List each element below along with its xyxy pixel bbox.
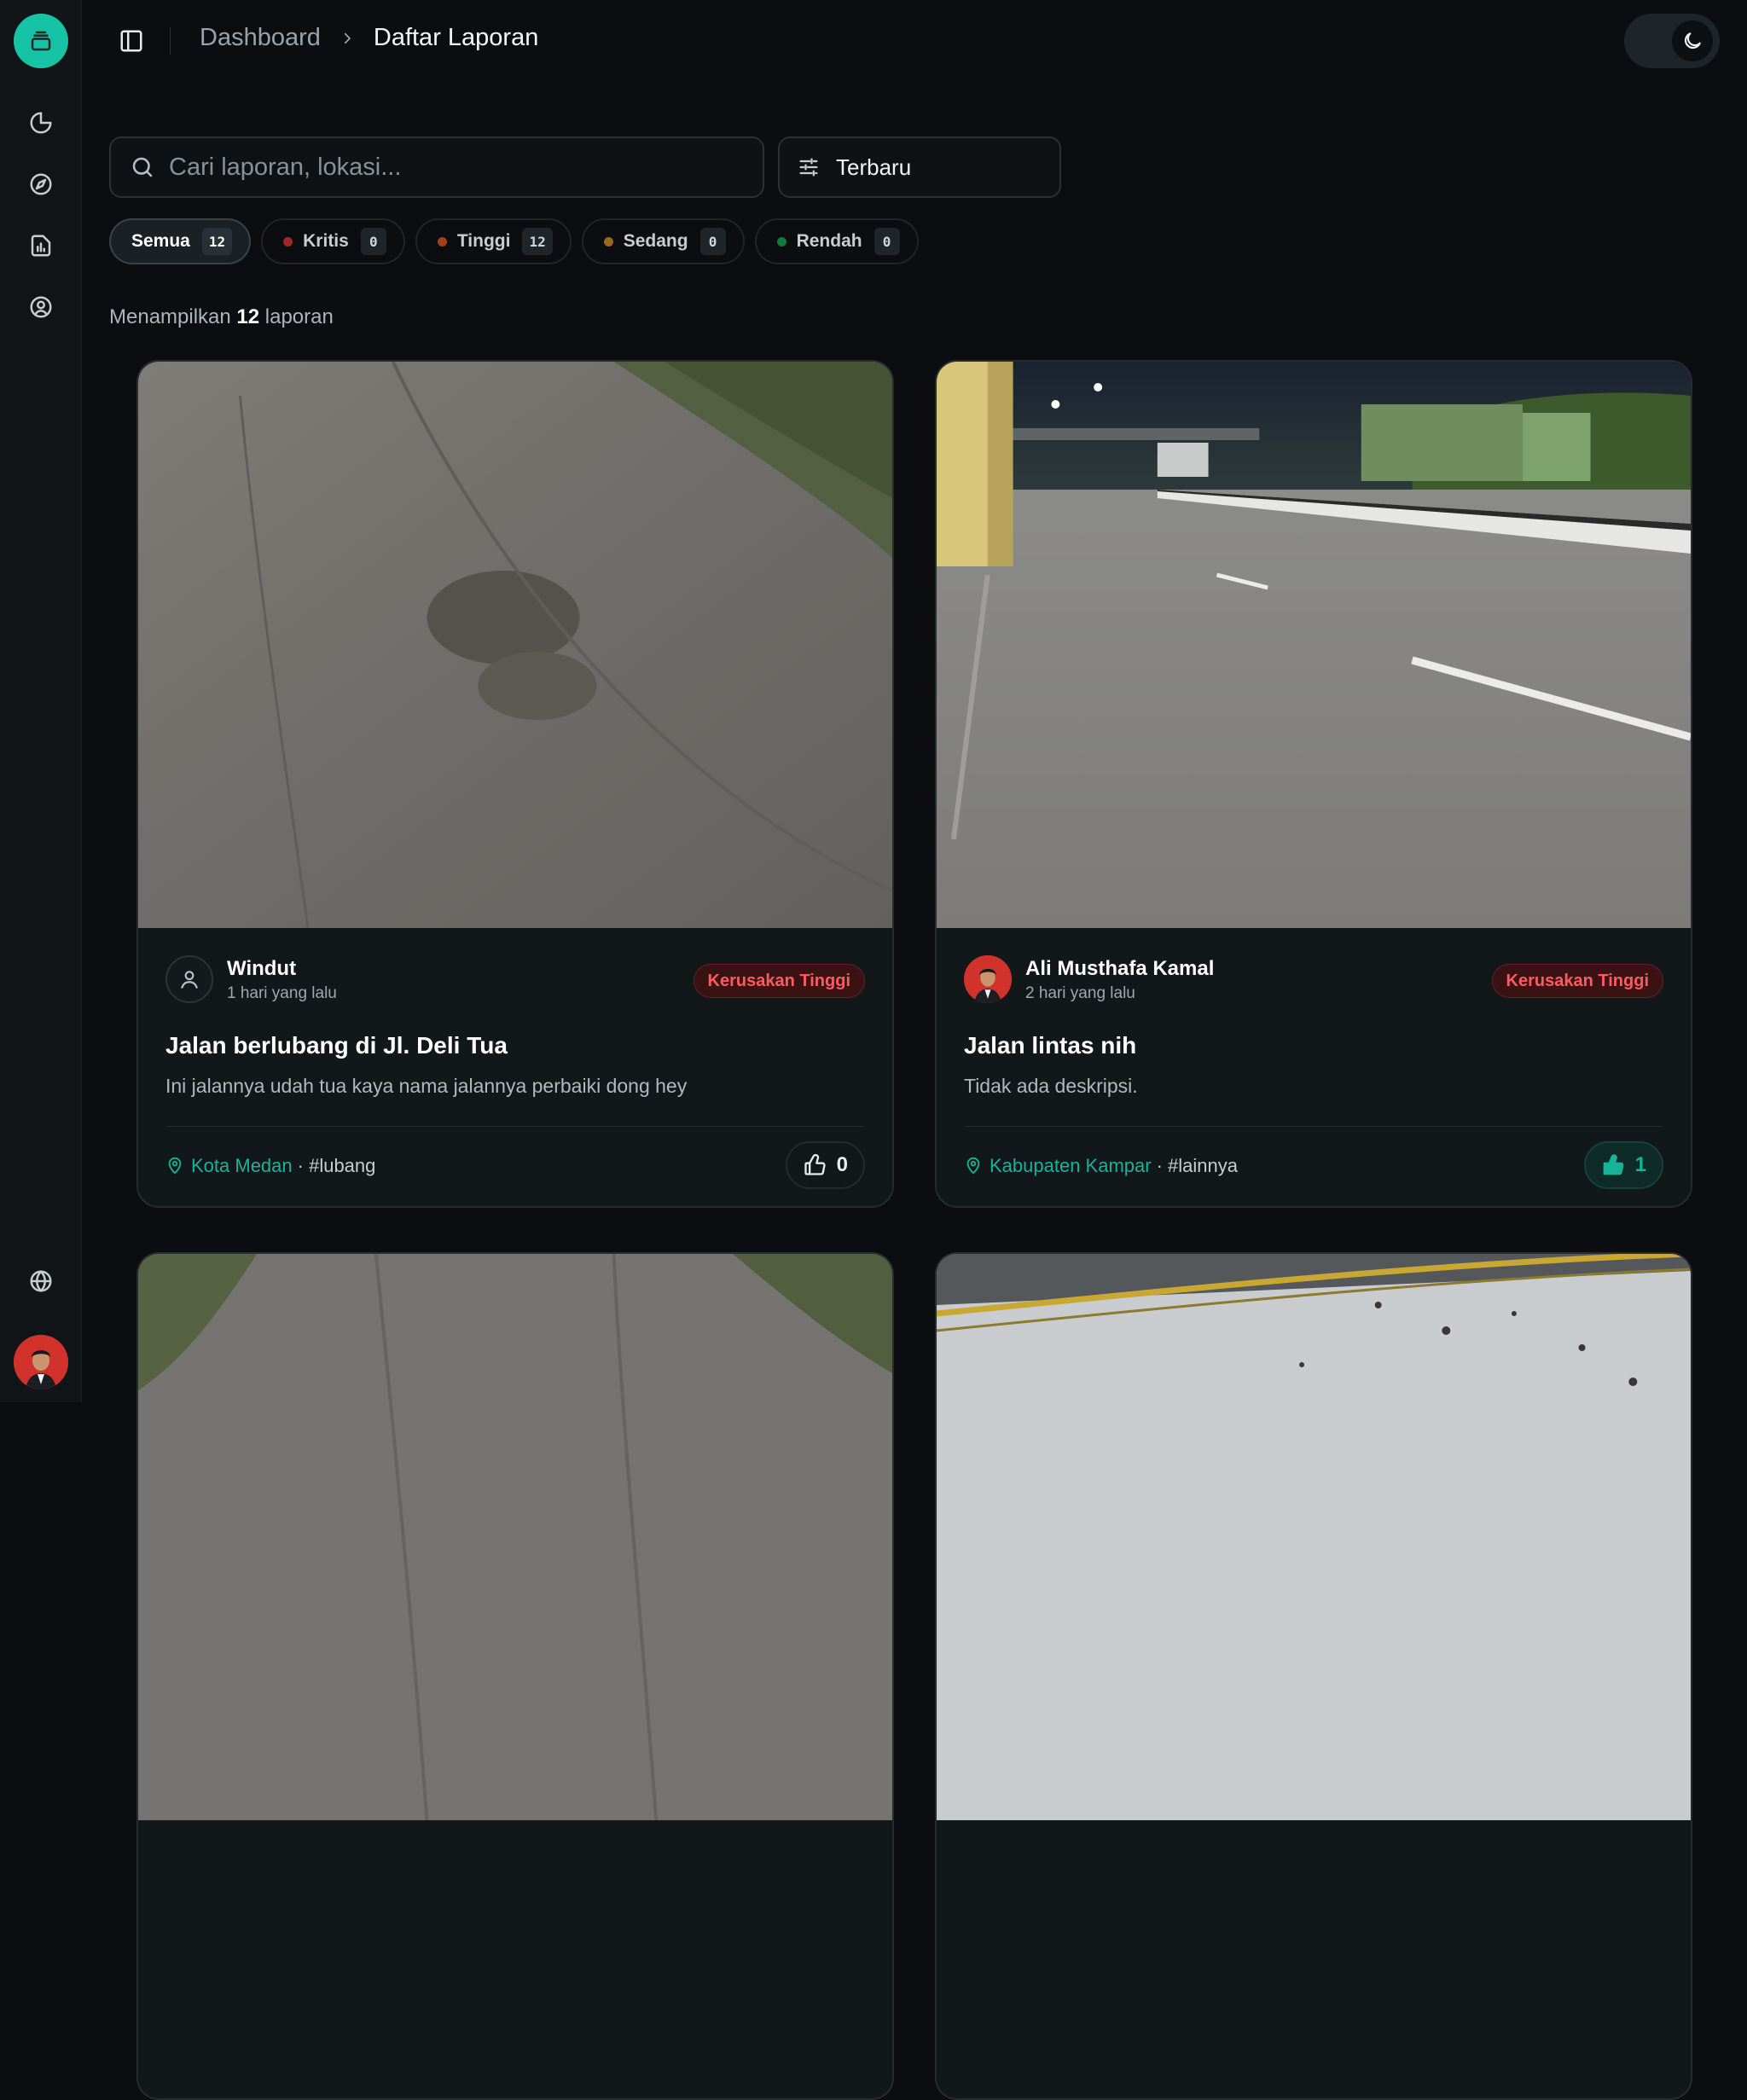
sidebar-toggle-button[interactable] <box>116 26 147 56</box>
topbar: Dashboard Daftar Laporan <box>82 0 1747 82</box>
severity-filters: Semua 12 Kritis 0 Tinggi 12 Sedang 0 Ren… <box>109 218 919 264</box>
sidebar-item-reports[interactable] <box>24 229 58 263</box>
compass-icon <box>30 173 52 195</box>
report-card-body: Ali Musthafa Kamal 2 hari yang lalu Keru… <box>937 928 1691 1206</box>
map-pin-icon <box>168 1157 182 1175</box>
topbar-divider <box>170 27 171 55</box>
report-chart-icon <box>31 235 51 257</box>
filter-label: Tinggi <box>456 231 511 251</box>
sort-select[interactable]: Terbaru <box>778 136 1061 198</box>
like-count: 0 <box>836 1153 848 1176</box>
chevron-right-icon <box>340 31 355 46</box>
filter-label: Rendah <box>796 231 862 251</box>
filter-tinggi[interactable]: Tinggi 12 <box>415 218 572 264</box>
filter-count: 0 <box>699 228 726 255</box>
search-input[interactable] <box>169 153 732 182</box>
result-suffix: laporan <box>264 305 334 328</box>
search-icon <box>132 157 153 177</box>
report-time: 2 hari yang lalu <box>1025 984 1135 1002</box>
status-dot <box>437 236 447 247</box>
like-count: 1 <box>1634 1153 1646 1176</box>
language-button[interactable] <box>24 1264 58 1298</box>
author-name: Ali Musthafa Kamal <box>1025 957 1215 980</box>
filter-semua[interactable]: Semua 12 <box>109 218 252 264</box>
user-icon <box>181 971 198 989</box>
user-circle-icon <box>30 296 52 318</box>
like-button[interactable]: 0 <box>785 1141 865 1189</box>
breadcrumb: Dashboard Daftar Laporan <box>200 24 538 52</box>
report-description: Ini jalannya udah tua kaya nama jalannya… <box>165 1075 688 1097</box>
author-avatar <box>964 955 1012 1003</box>
report-photo <box>937 1254 1691 1820</box>
filter-count: 0 <box>874 228 900 255</box>
page-title: Daftar Laporan <box>373 24 539 51</box>
filter-label: Kritis <box>303 231 349 251</box>
theme-toggle[interactable] <box>1624 14 1720 68</box>
filter-label: Semua <box>131 231 190 251</box>
report-title[interactable]: Jalan berlubang di Jl. Deli Tua <box>165 1032 508 1059</box>
report-title[interactable]: Jalan lintas nih <box>964 1032 1136 1059</box>
report-tag[interactable]: · #lubang <box>298 1155 376 1177</box>
sliders-icon <box>799 158 818 177</box>
filter-count: 12 <box>201 228 233 255</box>
panel-left-icon <box>120 30 142 52</box>
result-number: 12 <box>236 305 260 328</box>
report-photo <box>937 362 1691 928</box>
report-meta: Kota Medan · #lubang <box>165 1155 375 1177</box>
like-button[interactable]: 1 <box>1583 1141 1663 1189</box>
filter-kritis[interactable]: Kritis 0 <box>261 218 405 264</box>
breadcrumb-dashboard[interactable]: Dashboard <box>200 24 321 52</box>
user-avatar[interactable] <box>14 1335 68 1389</box>
report-description: Tidak ada deskripsi. <box>964 1075 1138 1097</box>
severity-badge: Kerusakan Tinggi <box>1491 964 1663 998</box>
report-card-body: Windut 1 hari yang lalu Kerusakan Tinggi… <box>138 928 892 1206</box>
report-photo <box>138 1254 892 1820</box>
author-name: Windut <box>227 957 297 980</box>
search-box <box>109 136 764 198</box>
status-dot <box>283 236 293 247</box>
filter-sedang[interactable]: Sedang 0 <box>581 218 745 264</box>
filter-count: 0 <box>360 228 386 255</box>
thumbs-up-filled-icon <box>1603 1154 1623 1175</box>
map-pin-icon <box>966 1157 980 1175</box>
sidebar-item-explore[interactable] <box>24 167 58 201</box>
report-meta: Kabupaten Kampar · #lainnya <box>964 1155 1238 1177</box>
report-location[interactable]: Kabupaten Kampar <box>990 1155 1152 1177</box>
sort-label: Terbaru <box>836 154 912 180</box>
report-card[interactable]: Ali Musthafa Kamal 2 hari yang lalu Keru… <box>935 360 1692 1208</box>
report-location[interactable]: Kota Medan <box>191 1155 293 1177</box>
report-card[interactable] <box>136 1252 894 2100</box>
layers-icon <box>31 31 51 51</box>
result-prefix: Menampilkan <box>109 305 231 328</box>
globe-icon <box>30 1270 52 1292</box>
result-count: Menampilkan 12 laporan <box>109 305 334 329</box>
pie-chart-icon <box>30 112 52 134</box>
sidebar-item-profile[interactable] <box>24 290 58 324</box>
moon-icon <box>1684 32 1701 49</box>
thumbs-up-icon <box>804 1154 826 1175</box>
author-avatar <box>165 955 213 1003</box>
sidebar-item-dashboard[interactable] <box>24 106 58 140</box>
report-card[interactable]: Windut 1 hari yang lalu Kerusakan Tinggi… <box>136 360 894 1208</box>
status-dot <box>776 236 786 247</box>
report-time: 1 hari yang lalu <box>227 984 337 1002</box>
status-dot <box>603 236 613 247</box>
sidebar <box>0 0 82 1402</box>
filter-rendah[interactable]: Rendah 0 <box>754 218 919 264</box>
report-photo <box>138 362 892 928</box>
report-tag[interactable]: · #lainnya <box>1157 1155 1238 1177</box>
theme-toggle-knob <box>1672 20 1713 61</box>
filter-count: 12 <box>522 228 553 255</box>
card-divider <box>964 1126 1663 1127</box>
report-card[interactable] <box>935 1252 1692 2100</box>
severity-badge: Kerusakan Tinggi <box>693 964 865 998</box>
card-divider <box>165 1126 865 1127</box>
app-logo[interactable] <box>14 14 68 68</box>
filter-label: Sedang <box>623 231 688 251</box>
